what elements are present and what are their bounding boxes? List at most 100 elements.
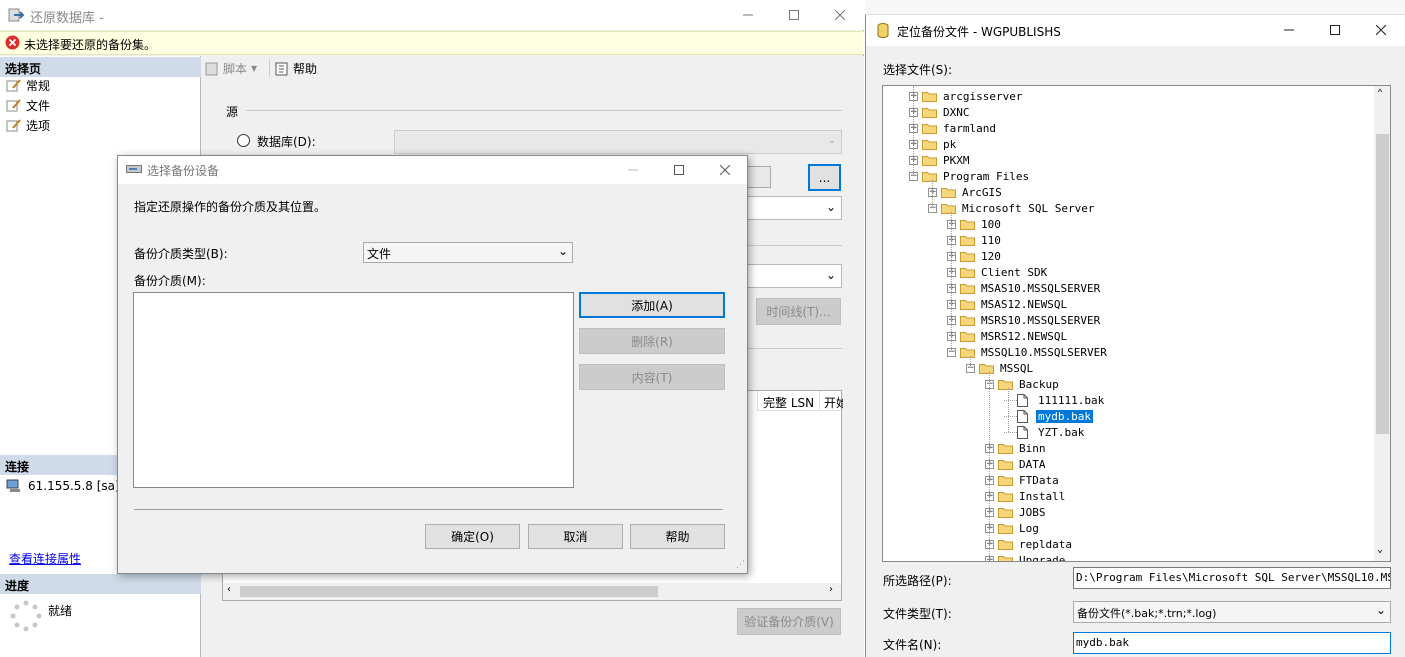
tree-folder-item[interactable]: + DXNC — [909, 104, 972, 120]
tree-folder-item[interactable]: + FTData — [985, 472, 1061, 488]
media-type-value: 文件 — [367, 247, 392, 261]
page-item-label: 选项 — [26, 118, 51, 133]
minimize-button[interactable] — [610, 155, 656, 185]
database-dropdown[interactable]: ⌄ — [394, 130, 842, 154]
file-tree[interactable]: + arcgisserver + DXNC + farmland + pk + PKXM − Prog… — [882, 85, 1391, 562]
tree-folder-item[interactable]: + JOBS — [985, 504, 1048, 520]
grid-header-cell[interactable]: 开始 — [819, 391, 843, 411]
scroll-left-icon[interactable]: ‹ — [227, 584, 231, 595]
tree-item-label: Client SDK — [981, 265, 1048, 279]
folder-icon — [998, 490, 1013, 502]
tree-folder-item[interactable]: + MSRS10.MSSQLSERVER — [947, 312, 1102, 328]
folder-icon — [941, 186, 956, 198]
horizontal-scrollbar[interactable]: ‹ › — [223, 583, 841, 600]
tree-folder-item[interactable]: +110 — [947, 232, 1003, 248]
tree-guide-line — [913, 86, 914, 176]
help-toolbar-button[interactable]: 帮助 — [275, 60, 317, 77]
error-banner: 未选择要还原的备份集。 — [0, 31, 864, 55]
maximize-button[interactable] — [771, 0, 817, 30]
media-type-dropdown[interactable]: 文件 ⌄ — [363, 242, 573, 263]
minimize-button[interactable] — [1266, 15, 1312, 45]
vertical-scrollbar[interactable]: ⌃ ⌄ — [1374, 86, 1390, 561]
tree-folder-item[interactable]: − Backup — [985, 376, 1061, 392]
tree-folder-item[interactable]: + pk — [909, 136, 958, 152]
tree-folder-item[interactable]: + farmland — [909, 120, 998, 136]
dialog-title-bar[interactable]: 选择备份设备 — [118, 156, 747, 184]
database-radio[interactable] — [237, 134, 250, 147]
remove-button[interactable]: 删除(R) — [579, 328, 725, 354]
tree-folder-item[interactable]: + ArcGIS — [928, 184, 1004, 200]
verify-media-button[interactable]: 验证备份介质(V) — [737, 608, 841, 635]
tree-file-item[interactable]: YZT.bak — [1004, 424, 1086, 440]
tree-file-item[interactable]: mydb.bak — [1004, 408, 1094, 424]
tree-item-label: MSSQL — [1000, 361, 1034, 375]
close-button[interactable] — [1358, 15, 1404, 45]
file-type-dropdown[interactable]: 备份文件(*.bak;*.trn;*.log) ⌄ — [1073, 601, 1391, 623]
tree-item-label: 100 — [981, 217, 1001, 231]
page-item-general[interactable]: 常规 — [6, 76, 50, 94]
page-item-label: 常规 — [26, 78, 51, 93]
page-item-options[interactable]: 选项 — [6, 116, 50, 134]
view-connection-properties-link[interactable]: 查看连接属性 — [9, 550, 81, 567]
tree-folder-item[interactable]: + Binn — [985, 440, 1048, 456]
cancel-button[interactable]: 取消 — [528, 524, 623, 549]
tree-folder-item[interactable]: +120 — [947, 248, 1003, 264]
script-button[interactable]: 脚本 ▼ — [205, 60, 257, 77]
selected-path-field[interactable]: D:\Program Files\Microsoft SQL Server\MS… — [1073, 567, 1391, 589]
media-list[interactable] — [133, 292, 574, 488]
resize-grip-icon[interactable]: ⋰ — [736, 560, 745, 570]
dialog-divider — [134, 509, 723, 510]
tree-folder-item[interactable]: + MSRS12.NEWSQL — [947, 328, 1069, 344]
background-window-strip — [865, 0, 1405, 15]
tree-guide-line — [989, 372, 990, 561]
tree-folder-item[interactable]: + MSAS10.MSSQLSERVER — [947, 280, 1102, 296]
tree-folder-item[interactable]: + Log — [985, 520, 1041, 536]
minimize-button[interactable] — [725, 0, 771, 30]
connection-server: 61.155.5.8 [sa] — [28, 479, 120, 493]
tree-file-item[interactable]: 111111.bak — [1004, 392, 1106, 408]
tree-folder-item[interactable]: − Program Files — [909, 168, 1031, 184]
tree-folder-item[interactable]: − MSSQL10.MSSQLSERVER — [947, 344, 1109, 360]
add-button[interactable]: 添加(A) — [579, 292, 725, 318]
help-button[interactable]: 帮助 — [630, 524, 725, 549]
contents-button[interactable]: 内容(T) — [579, 364, 725, 390]
tree-folder-item[interactable]: + Client SDK — [947, 264, 1049, 280]
scrollbar-thumb[interactable] — [240, 586, 658, 597]
restore-title-bar[interactable]: 还原数据库 - — [0, 0, 864, 30]
ok-button[interactable]: 确定(O) — [425, 524, 520, 549]
tree-folder-item[interactable]: − Microsoft SQL Server — [928, 200, 1096, 216]
scroll-right-icon[interactable]: › — [829, 584, 833, 595]
restore-to-dropdown[interactable]: ⌄ — [746, 264, 842, 288]
tree-folder-item[interactable]: − MSSQL — [966, 360, 1035, 376]
tree-folder-item[interactable]: + Upgrade — [985, 552, 1067, 561]
tree-folder-item[interactable]: + repldata — [985, 536, 1074, 552]
close-button[interactable] — [702, 155, 748, 185]
scroll-up-icon[interactable]: ⌃ — [1377, 88, 1383, 99]
maximize-button[interactable] — [656, 155, 702, 185]
timeline-button[interactable]: 时间线(T)... — [756, 298, 841, 325]
folder-icon — [960, 266, 975, 278]
close-button[interactable] — [817, 0, 863, 30]
progress-spinner-icon — [10, 600, 42, 632]
tree-item-label: YZT.bak — [1038, 425, 1085, 439]
chevron-down-icon: ⌄ — [825, 268, 836, 282]
tree-folder-item[interactable]: +100 — [947, 216, 1003, 232]
folder-icon — [922, 154, 937, 166]
file-name-field[interactable]: mydb.bak — [1073, 632, 1391, 654]
scroll-down-icon[interactable]: ⌄ — [1377, 544, 1383, 555]
page-item-files[interactable]: 文件 — [6, 96, 50, 114]
tree-folder-item[interactable]: + arcgisserver — [909, 88, 1024, 104]
scrollbar-thumb[interactable] — [1376, 134, 1389, 434]
target-dropdown[interactable]: ⌄ — [746, 196, 842, 220]
tree-folder-item[interactable]: + Install — [985, 488, 1067, 504]
tree-folder-item[interactable]: + PKXM — [909, 152, 972, 168]
maximize-button[interactable] — [1312, 15, 1358, 45]
tree-folder-item[interactable]: + MSAS12.NEWSQL — [947, 296, 1069, 312]
database-radio-label: 数据库(D): — [257, 135, 316, 149]
folder-icon — [960, 250, 975, 262]
browse-button[interactable]: ... — [808, 164, 841, 191]
section-divider — [746, 348, 842, 349]
locate-title-bar[interactable]: 定位备份文件 - WGPUBLISHS — [866, 15, 1405, 46]
tree-folder-item[interactable]: + DATA — [985, 456, 1048, 472]
grid-header-cell[interactable]: 完整 LSN — [757, 391, 823, 411]
